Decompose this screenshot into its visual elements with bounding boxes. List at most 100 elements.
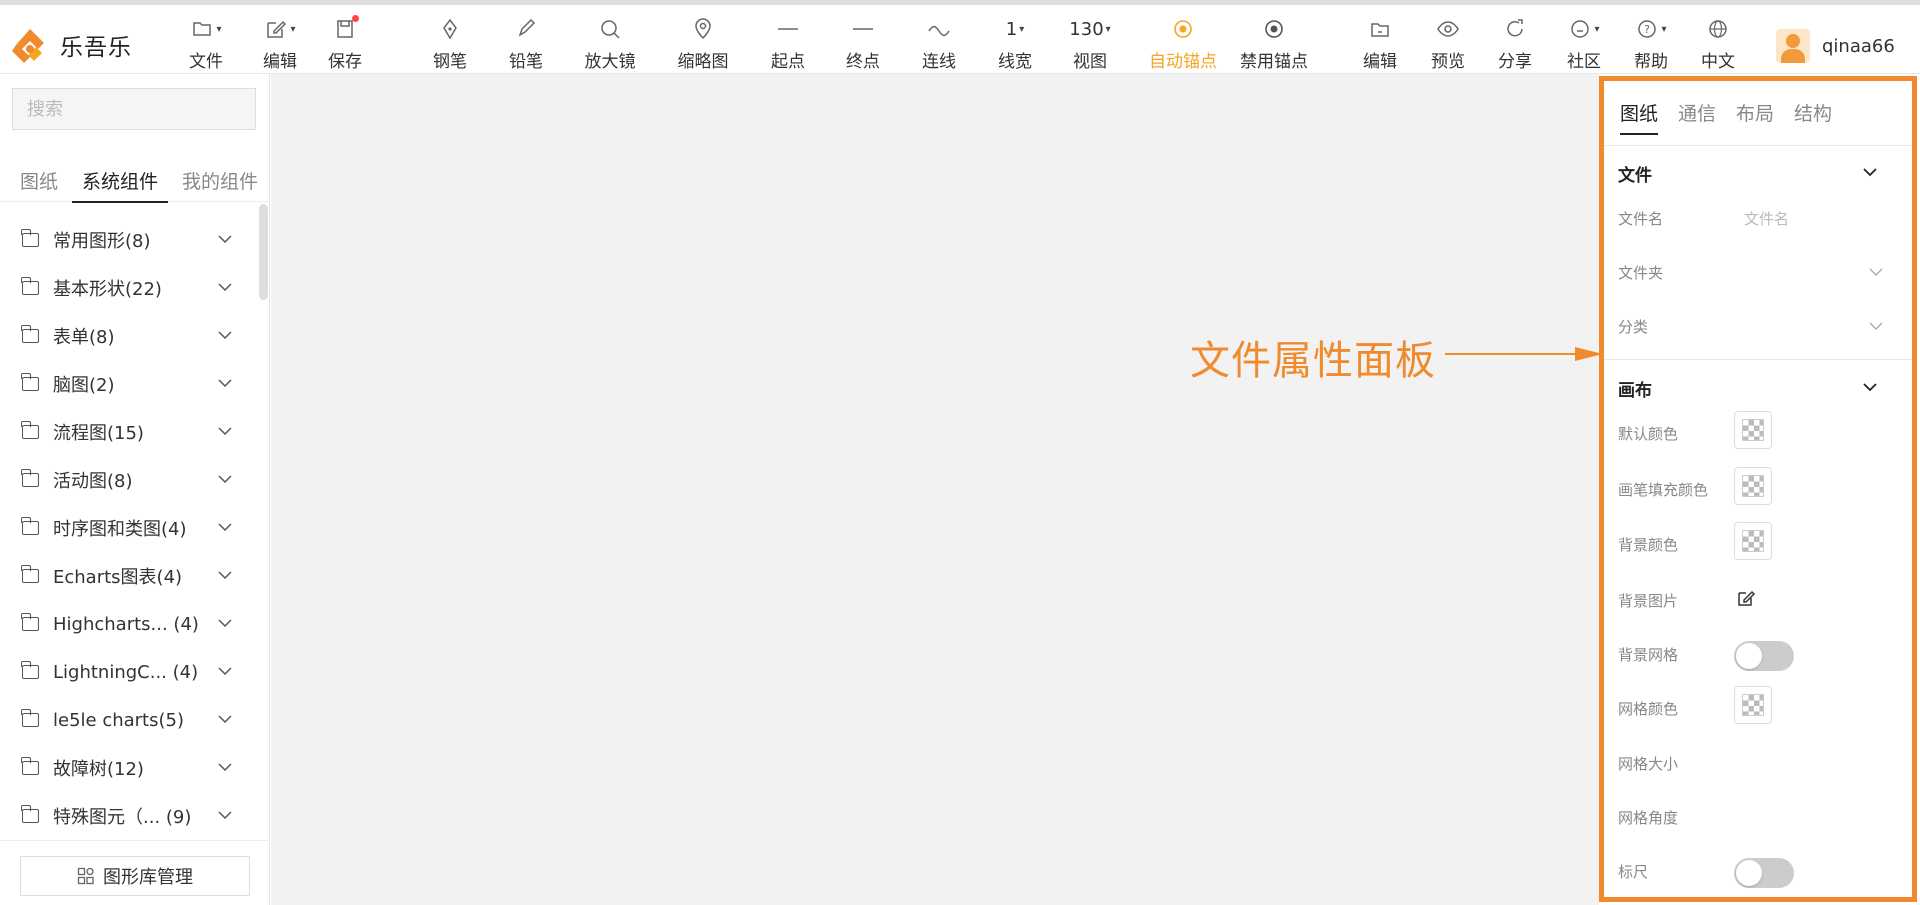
globe-icon (1709, 20, 1727, 38)
bg-color-label: 背景颜色 (1618, 536, 1679, 554)
start-arrow-button[interactable]: 起点 (768, 13, 808, 73)
language-button[interactable]: 中文 (1698, 13, 1738, 73)
end-arrow-button[interactable]: 终点 (843, 13, 883, 73)
username: qinaa66 (1822, 35, 1895, 57)
category-item[interactable]: 时序图和类图(4) (0, 504, 262, 552)
app-name: 乐吾乐 (60, 35, 132, 61)
category-item[interactable]: Highcharts... (4) (0, 600, 262, 648)
smile-icon (1571, 20, 1590, 38)
pen-fill-color-swatch[interactable] (1734, 467, 1772, 505)
connect-line-button[interactable]: 连线 (919, 13, 959, 73)
magnifier-button[interactable]: 放大镜 (582, 13, 638, 73)
chevron-down-icon[interactable] (216, 662, 234, 680)
line-width-dropdown[interactable]: 1 ▾ 线宽 (995, 13, 1035, 73)
pencil-tool-button[interactable]: 铅笔 (506, 13, 546, 73)
category-item[interactable]: LightningC... (4) (0, 648, 262, 696)
help-icon: ? (1638, 20, 1657, 38)
category-item[interactable]: 常用图形(8) (0, 216, 262, 264)
category-label: LightningC... (4) (53, 661, 199, 683)
tab-system-components[interactable]: 系统组件 (72, 162, 169, 203)
chevron-down-icon[interactable] (216, 566, 234, 584)
file-label: 文件 (189, 52, 223, 72)
thumbnail-button[interactable]: 缩略图 (675, 13, 731, 73)
chevron-down-icon[interactable] (216, 374, 234, 392)
help-menu-button[interactable]: ? ▾ 帮助 (1629, 13, 1673, 73)
library-manage-button[interactable]: 图形库管理 (20, 856, 250, 896)
category-item[interactable]: 表单(8) (0, 312, 262, 360)
canvas-section-title: 画布 (1618, 381, 1652, 401)
category-item[interactable]: le5le charts(5) (0, 696, 262, 744)
curve-line-icon (928, 25, 950, 37)
chevron-down-icon[interactable] (1861, 378, 1879, 396)
bg-color-swatch[interactable] (1734, 522, 1772, 560)
category-item[interactable]: 基本形状(22) (0, 264, 262, 312)
anchor-disabled-icon (1265, 20, 1283, 38)
chevron-down-icon[interactable] (216, 614, 234, 632)
default-color-swatch[interactable] (1734, 411, 1772, 449)
folder-icon (21, 325, 39, 343)
category-item[interactable]: 故障树(12) (0, 744, 262, 792)
community-menu-button[interactable]: ▾ 社区 (1562, 13, 1606, 73)
anchor-active-icon (1174, 20, 1192, 38)
share-button[interactable]: 分享 (1495, 13, 1535, 73)
auto-anchor-button[interactable]: 自动锚点 (1147, 13, 1219, 73)
annotation-arrow (1445, 347, 1603, 361)
chevron-down-icon[interactable] (1868, 264, 1884, 280)
tab-drawing[interactable]: 图纸 (1620, 99, 1659, 139)
search-input[interactable] (12, 88, 256, 130)
chevron-down-icon[interactable] (216, 758, 234, 776)
category-label: le5le charts(5) (53, 709, 184, 731)
folder-icon (21, 805, 39, 823)
ruler-toggle[interactable] (1734, 858, 1794, 888)
edit-label: 编辑 (263, 52, 297, 72)
folder-icon (21, 661, 39, 679)
library-manage-label: 图形库管理 (103, 867, 193, 888)
folder-icon (21, 229, 39, 247)
chevron-down-icon[interactable] (216, 422, 234, 440)
tab-layout[interactable]: 布局 (1736, 99, 1774, 139)
chevron-down-icon[interactable] (216, 710, 234, 728)
tab-structure[interactable]: 结构 (1794, 99, 1832, 139)
category-item[interactable]: Echarts图表(4) (0, 552, 262, 600)
disable-anchor-button[interactable]: 禁用锚点 (1238, 13, 1310, 73)
pen-icon (443, 18, 457, 40)
category-item[interactable]: 流程图(15) (0, 408, 262, 456)
folder-icon (21, 565, 39, 583)
edit-icon[interactable] (1736, 588, 1756, 608)
pen-tool-button[interactable]: 钢笔 (430, 13, 470, 73)
chevron-down-icon[interactable] (216, 326, 234, 344)
tab-communication[interactable]: 通信 (1678, 99, 1716, 139)
chevron-down-icon[interactable] (1868, 318, 1884, 334)
edit-menu-button[interactable]: ▾ 编辑 (250, 13, 310, 73)
chevron-down-icon[interactable] (216, 806, 234, 824)
drawing-canvas[interactable] (271, 74, 1599, 905)
line-width-value: 1 (1005, 18, 1018, 40)
category-item[interactable]: 特殊图元（... (9) (0, 792, 262, 840)
edit-mode-button[interactable]: 编辑 (1360, 13, 1400, 73)
filename-input[interactable]: 文件名 (1744, 208, 1789, 229)
chevron-down-icon[interactable] (216, 230, 234, 248)
grid-color-swatch[interactable] (1734, 686, 1772, 724)
chevron-down-icon[interactable] (216, 470, 234, 488)
tab-drawings[interactable]: 图纸 (10, 162, 68, 202)
zoom-dropdown[interactable]: 130 ▾ 视图 (1068, 13, 1112, 73)
community-label: 社区 (1567, 52, 1601, 72)
bg-grid-toggle[interactable] (1734, 641, 1794, 671)
view-label: 视图 (1073, 52, 1107, 72)
tab-my-components[interactable]: 我的组件 (172, 162, 268, 202)
chevron-down-icon[interactable] (216, 278, 234, 296)
file-menu-button[interactable]: ▾ 文件 (176, 13, 236, 73)
save-button[interactable]: 保存 (325, 13, 365, 73)
start-label: 起点 (771, 52, 805, 72)
chevron-down-icon[interactable] (216, 518, 234, 536)
app-logo[interactable]: 乐吾乐 (10, 25, 132, 65)
user-menu[interactable]: qinaa66 (1776, 29, 1895, 63)
category-item[interactable]: 脑图(2) (0, 360, 262, 408)
sidebar-tabs: 图纸 系统组件 我的组件 (0, 162, 270, 203)
chevron-down-icon[interactable] (1861, 163, 1879, 181)
connect-label: 连线 (922, 52, 956, 72)
category-label: 流程图(15) (53, 423, 144, 444)
unsaved-dot (352, 15, 359, 22)
category-item[interactable]: 活动图(8) (0, 456, 262, 504)
preview-button[interactable]: 预览 (1428, 13, 1468, 73)
